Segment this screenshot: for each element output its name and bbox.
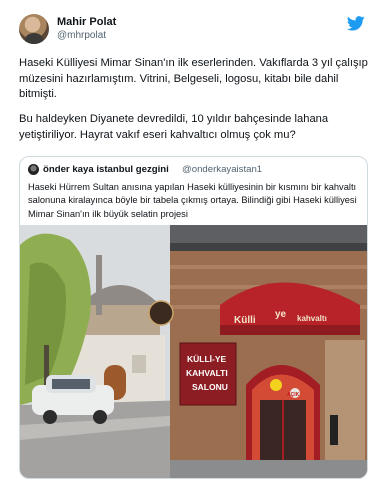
sign-line-1: KÜLLİ-YE bbox=[187, 354, 227, 364]
tweet-text-paragraph-1: Haseki Külliyesi Mimar Sinan'ın ilk eser… bbox=[19, 57, 368, 100]
author-display-name[interactable]: Mahir Polat bbox=[57, 16, 116, 29]
tweet-card[interactable]: Mahir Polat @mhrpolat Haseki Külliyesi M… bbox=[0, 0, 388, 489]
tweet-header: Mahir Polat @mhrpolat bbox=[19, 14, 369, 46]
avatar[interactable] bbox=[19, 14, 49, 44]
author-names[interactable]: Mahir Polat @mhrpolat bbox=[57, 16, 116, 42]
twitter-bird-icon[interactable] bbox=[347, 16, 365, 31]
sign-line-2: KAHVALTI bbox=[186, 368, 228, 378]
author-handle[interactable]: @mhrpolat bbox=[57, 29, 116, 42]
tweet-text-paragraph-2: Bu haldeyken Diyanete devredildi, 10 yıl… bbox=[19, 113, 329, 141]
quoted-author-name: önder kaya istanbul gezgini bbox=[43, 164, 169, 175]
street-scene-image: Külli ye kahvaltı KÜLLİ-YE KAHVALTI SALO… bbox=[20, 225, 367, 478]
awning-text-left: Külli bbox=[234, 315, 256, 326]
quoted-tweet[interactable]: önder kaya istanbul gezgini @onderkayais… bbox=[19, 156, 368, 479]
sign-line-3: SALONU bbox=[192, 382, 228, 392]
quoted-author-avatar bbox=[28, 164, 39, 175]
quoted-tweet-photo[interactable]: Külli ye kahvaltı KÜLLİ-YE KAHVALTI SALO… bbox=[20, 225, 367, 478]
quoted-author-handle: @onderkayaistan1 bbox=[182, 164, 263, 175]
quoted-tweet-header: önder kaya istanbul gezgini @onderkayais… bbox=[28, 163, 358, 177]
awning-text-right: kahvaltı bbox=[297, 314, 327, 323]
quoted-tweet-text: Haseki Hürrem Sultan anısına yapılan Has… bbox=[28, 182, 357, 219]
awning-text-mid: ye bbox=[275, 309, 287, 320]
door-sign: AÇIK bbox=[287, 392, 300, 398]
tweet-footer-cropped bbox=[19, 482, 369, 489]
